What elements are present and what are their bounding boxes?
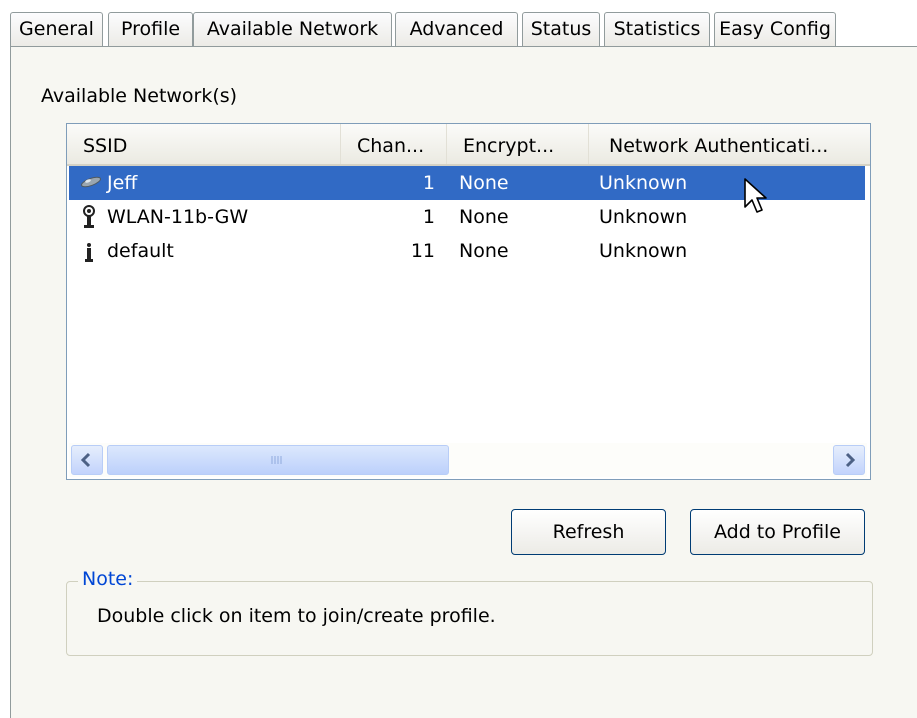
tab-status[interactable]: Status [522, 12, 600, 46]
access-point-icon [81, 200, 105, 234]
encryption-cell: None [459, 240, 509, 262]
note-text: Double click on item to join/create prof… [97, 605, 496, 627]
auth-cell: Unknown [599, 172, 688, 194]
tab-statistics[interactable]: Statistics [604, 12, 710, 46]
auth-cell: Unknown [599, 206, 688, 228]
chevron-right-icon [845, 452, 856, 468]
scroll-thumb[interactable] [107, 445, 449, 475]
tab-advanced[interactable]: Advanced [395, 12, 518, 46]
network-list[interactable]: SSID Chan... Encrypt... Network Authenti… [66, 123, 871, 480]
tab-profile[interactable]: Profile [108, 12, 193, 46]
column-channel[interactable]: Chan... [341, 124, 447, 164]
note-title: Note: [78, 567, 138, 591]
column-authentication[interactable]: Network Authenticati... [589, 124, 870, 164]
encryption-cell: None [459, 206, 509, 228]
auth-cell: Unknown [599, 240, 688, 262]
refresh-button[interactable]: Refresh [511, 509, 666, 555]
ssid-cell: default [107, 240, 174, 262]
column-encryption[interactable]: Encrypt... [447, 124, 589, 164]
tab-easy-config[interactable]: Easy Config [714, 12, 836, 46]
adhoc-network-icon [79, 166, 103, 200]
table-row[interactable]: default 11 None Unknown [69, 234, 865, 268]
list-header: SSID Chan... Encrypt... Network Authenti… [67, 124, 870, 166]
tab-general[interactable]: General [10, 12, 103, 46]
column-ssid[interactable]: SSID [67, 124, 341, 164]
channel-cell: 1 [422, 172, 435, 194]
horizontal-scrollbar[interactable] [69, 443, 867, 477]
encryption-cell: None [459, 172, 509, 194]
tab-available-network[interactable]: Available Network [193, 12, 392, 46]
scroll-right-button[interactable] [833, 445, 865, 475]
ssid-cell: Jeff [107, 172, 138, 194]
scroll-left-button[interactable] [71, 445, 103, 475]
channel-cell: 1 [422, 206, 435, 228]
section-title: Available Network(s) [41, 85, 238, 107]
mouse-cursor-icon [744, 178, 767, 213]
add-to-profile-button[interactable]: Add to Profile [690, 509, 865, 555]
channel-cell: 11 [410, 240, 435, 262]
ssid-cell: WLAN-11b-GW [107, 206, 249, 228]
chevron-left-icon [80, 452, 91, 468]
grip-icon [271, 456, 282, 464]
access-point-icon [83, 234, 107, 268]
